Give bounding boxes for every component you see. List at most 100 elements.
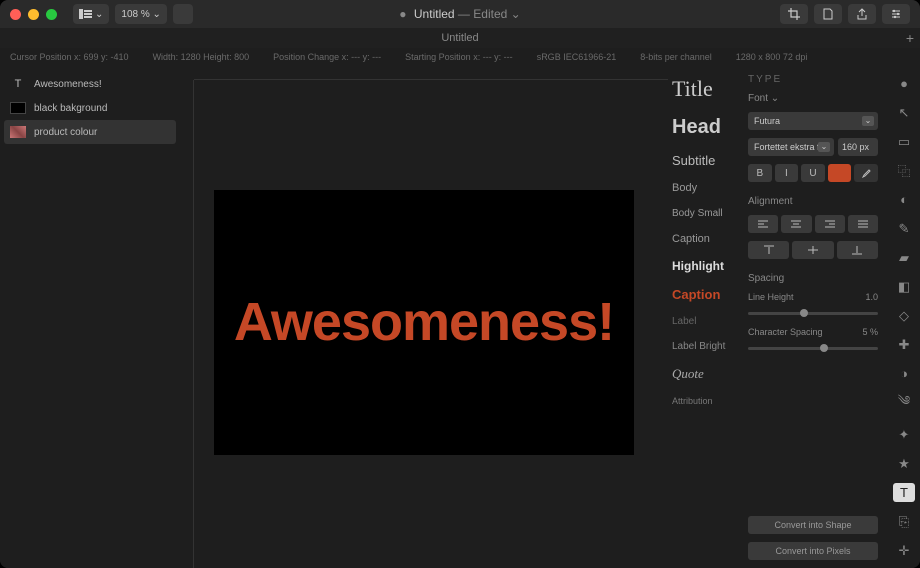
align-center-button[interactable] xyxy=(781,215,811,233)
font-section-label[interactable]: Font ⌄ xyxy=(748,93,878,104)
align-left-button[interactable] xyxy=(748,215,778,233)
text-style-preset[interactable]: Title xyxy=(672,76,734,102)
convert-into-pixels-button[interactable]: Convert into Pixels xyxy=(748,542,878,560)
canvas[interactable]: Awesomeness! xyxy=(214,190,634,455)
info-dims: 1280 x 800 72 dpi xyxy=(736,52,808,62)
text-style-preset[interactable]: Label xyxy=(672,316,734,327)
warp-tool[interactable]: ༄ xyxy=(893,393,915,415)
italic-button[interactable]: I xyxy=(775,164,799,182)
erase-tool[interactable]: ◇ xyxy=(893,306,915,325)
type-tool[interactable]: T xyxy=(893,483,915,502)
layer-row[interactable]: black bakground xyxy=(0,96,180,120)
valign-bottom-button[interactable] xyxy=(837,241,878,259)
lasso-tool[interactable]: ◐ xyxy=(893,190,915,209)
text-style-preset[interactable]: Caption xyxy=(672,287,734,302)
align-right-button[interactable] xyxy=(815,215,845,233)
main-area: TAwesomeness!black bakgroundproduct colo… xyxy=(0,66,920,568)
layers-panel: TAwesomeness! black bakground product colo… xyxy=(0,66,180,568)
alignment-group xyxy=(748,215,878,233)
text-style-preset[interactable]: Quote xyxy=(672,366,734,382)
bucket-tool[interactable]: ▰ xyxy=(893,248,915,267)
share-button[interactable] xyxy=(848,4,876,24)
blob-tool[interactable]: ● xyxy=(893,74,915,93)
crop-tool-button[interactable] xyxy=(780,4,808,24)
canvas-text-layer[interactable]: Awesomeness! xyxy=(234,291,614,353)
window-controls xyxy=(10,9,57,20)
clone-tool[interactable]: ⎘ xyxy=(893,512,915,531)
pen-tool[interactable]: ✎ xyxy=(893,219,915,238)
text-style-preset[interactable]: Body xyxy=(672,182,734,194)
inspector-type-header: TYPE xyxy=(748,74,878,85)
info-size: Width: 1280 Height: 800 xyxy=(153,52,250,62)
layer-row[interactable]: TAwesomeness! xyxy=(0,72,180,96)
magic-tool[interactable]: ✦ xyxy=(893,425,915,444)
canvas-area: Awesomeness! xyxy=(180,66,668,568)
font-family-select[interactable]: Futura xyxy=(748,112,878,130)
toolbar-extra-button[interactable] xyxy=(173,4,193,24)
text-style-preset[interactable]: Subtitle xyxy=(672,153,734,168)
bold-button[interactable]: B xyxy=(748,164,772,182)
char-spacing-label: Character Spacing xyxy=(748,327,823,337)
valign-middle-button[interactable] xyxy=(792,241,833,259)
layer-name: black bakground xyxy=(34,103,107,114)
tool-strip: ● ↖ ▭ ⿻ ◐ ✎ ▰ ◧ ◇ ✚ ◑ ༄ ✦ ★ T ⎘ ✛ xyxy=(888,66,920,568)
toolbar-left: ⌄ 108 % ⌄ xyxy=(73,4,193,24)
color-picker-button[interactable] xyxy=(854,164,878,182)
line-height-slider[interactable] xyxy=(748,312,878,315)
zoom-icon[interactable] xyxy=(46,9,57,20)
ruler-vertical xyxy=(180,80,194,568)
text-style-preset[interactable]: Head xyxy=(672,116,734,139)
text-style-preset[interactable]: Highlight xyxy=(672,259,734,273)
text-style-preset[interactable]: Body Small xyxy=(672,208,734,219)
info-startpos: Starting Position x: --- y: --- xyxy=(405,52,513,62)
font-size-field[interactable]: 160 px xyxy=(838,138,878,156)
star-tool[interactable]: ★ xyxy=(893,454,915,473)
layer-thumb-icon xyxy=(10,126,26,138)
text-styles-panel: Title Head Subtitle Body Body Small Caption Hi… xyxy=(668,66,738,568)
underline-button[interactable]: U xyxy=(801,164,825,182)
font-style-group: B I U xyxy=(748,164,878,182)
document-name: Untitled xyxy=(414,7,455,21)
alignment-label: Alignment xyxy=(748,196,878,207)
picker-tool[interactable]: ✛ xyxy=(893,541,915,560)
char-spacing-slider[interactable] xyxy=(748,347,878,350)
titlebar: ⌄ 108 % ⌄ ● Untitled — Edited ⌄ xyxy=(0,0,920,28)
new-tab-button[interactable]: + xyxy=(906,30,914,46)
text-color-swatch[interactable] xyxy=(828,164,852,182)
crop-tool[interactable]: ⿻ xyxy=(893,161,915,180)
settings-button[interactable] xyxy=(882,4,910,24)
gradient-tool[interactable]: ◧ xyxy=(893,277,915,296)
text-style-preset[interactable]: Label Bright xyxy=(672,341,734,352)
arrow-tool[interactable]: ↖ xyxy=(893,103,915,122)
align-justify-button[interactable] xyxy=(848,215,878,233)
layer-name: product colour xyxy=(34,127,97,138)
line-height-label: Line Height xyxy=(748,292,794,302)
layer-row[interactable]: product colour xyxy=(4,120,176,144)
info-bar: Cursor Position x: 699 y: -410 Width: 12… xyxy=(0,48,920,66)
font-weight-select[interactable]: Fortettet ekstra fet xyxy=(748,138,834,156)
page-button[interactable] xyxy=(814,4,842,24)
contrast-tool[interactable]: ◑ xyxy=(893,364,915,383)
inspector-panel: TYPE Font ⌄ Futura Fortettet ekstra fet … xyxy=(738,66,888,568)
text-style-preset[interactable]: Attribution xyxy=(672,396,734,406)
close-icon[interactable] xyxy=(10,9,21,20)
convert-into-shape-button[interactable]: Convert into Shape xyxy=(748,516,878,534)
ruler-horizontal xyxy=(194,66,668,80)
spacing-label: Spacing xyxy=(748,273,878,284)
marquee-tool[interactable]: ▭ xyxy=(893,132,915,151)
vertical-align-group xyxy=(748,241,878,259)
char-spacing-value: 5 % xyxy=(862,327,878,337)
text-style-preset[interactable]: Caption xyxy=(672,233,734,245)
tab-untitled[interactable]: Untitled xyxy=(441,32,478,44)
layer-thumb-icon xyxy=(10,102,26,114)
minimize-icon[interactable] xyxy=(28,9,39,20)
info-bits: 8-bits per channel xyxy=(640,52,712,62)
view-mode-button[interactable]: ⌄ xyxy=(73,4,109,24)
toolbar-right xyxy=(780,4,910,24)
document-state[interactable]: Edited ⌄ xyxy=(473,7,520,21)
line-height-value: 1.0 xyxy=(865,292,878,302)
valign-top-button[interactable] xyxy=(748,241,789,259)
app-window: ⌄ 108 % ⌄ ● Untitled — Edited ⌄ Untitled… xyxy=(0,0,920,568)
zoom-dropdown[interactable]: 108 % ⌄ xyxy=(115,4,167,24)
heal-tool[interactable]: ✚ xyxy=(893,335,915,354)
